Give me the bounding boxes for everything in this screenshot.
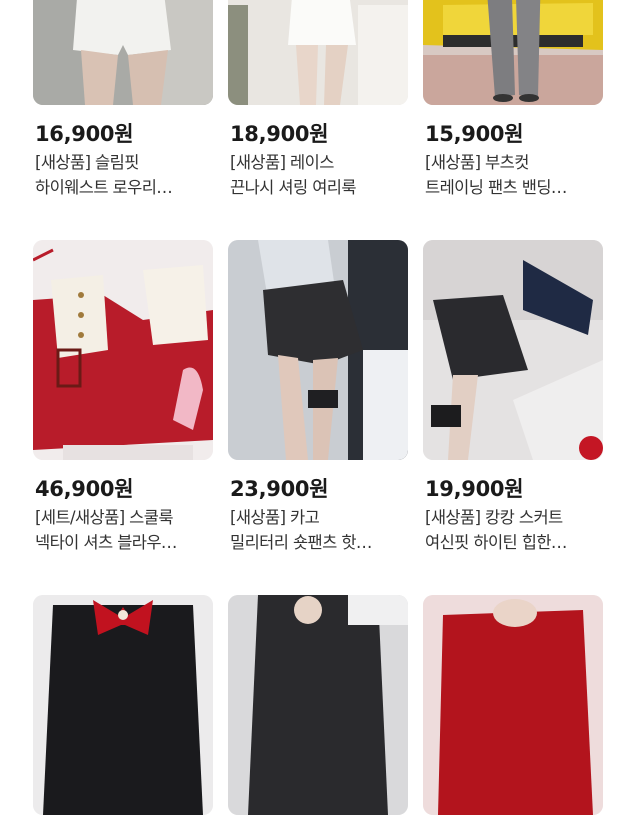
product-price: 23,900원 — [230, 477, 329, 501]
product-title: [새상품] 레이스 끈나시 셔링 여리룩 — [230, 150, 410, 200]
product-title: [새상품] 슬림핏 하이웨스트 로우리… — [35, 150, 215, 200]
product-image[interactable] — [228, 240, 408, 460]
product-title-line2: 끈나시 셔링 여리룩 — [230, 178, 357, 197]
product-price: 16,900원 — [35, 122, 134, 146]
product-title-line2: 넥타이 셔츠 블라우… — [35, 533, 177, 552]
product-image[interactable] — [228, 595, 408, 815]
product-title: [새상품] 캉캉 스커트 여신핏 하이틴 힙한… — [425, 505, 605, 555]
product-image[interactable] — [33, 595, 213, 815]
product-image[interactable] — [423, 0, 603, 105]
product-price: 18,900원 — [230, 122, 329, 146]
product-image[interactable] — [423, 240, 603, 460]
product-title: [세트/새상품] 스쿨룩 넥타이 셔츠 블라우… — [35, 505, 215, 555]
product-price: 46,900원 — [35, 477, 134, 501]
product-title-line2: 트레이닝 팬츠 밴딩… — [425, 178, 567, 197]
product-grid: 16,900원 [새상품] 슬림핏 하이웨스트 로우리… 18,900원 [새상… — [0, 0, 634, 815]
product-title: [새상품] 부츠컷 트레이닝 팬츠 밴딩… — [425, 150, 605, 200]
product-title-line2: 하이웨스트 로우리… — [35, 178, 173, 197]
product-title-line2: 밀리터리 숏팬츠 핫… — [230, 533, 372, 552]
product-price: 19,900원 — [425, 477, 524, 501]
product-title-line1: [새상품] 카고 — [230, 508, 320, 527]
product-title-line1: [새상품] 부츠컷 — [425, 153, 529, 172]
product-title-line2: 여신핏 하이틴 힙한… — [425, 533, 567, 552]
product-title-line1: [새상품] 레이스 — [230, 153, 334, 172]
product-title-line1: [새상품] 캉캉 스커트 — [425, 508, 563, 527]
product-image[interactable] — [423, 595, 603, 815]
product-title-line1: [세트/새상품] 스쿨룩 — [35, 508, 174, 527]
product-price: 15,900원 — [425, 122, 524, 146]
product-image[interactable] — [33, 240, 213, 460]
product-image[interactable] — [228, 0, 408, 105]
product-title-line1: [새상품] 슬림핏 — [35, 153, 139, 172]
product-image[interactable] — [33, 0, 213, 105]
product-title: [새상품] 카고 밀리터리 숏팬츠 핫… — [230, 505, 410, 555]
